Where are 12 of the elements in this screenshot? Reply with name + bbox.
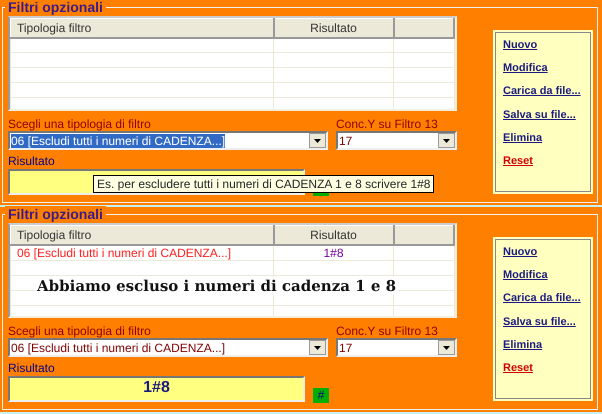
table-cell: 06 [Escludi tutti i numeri di CADENZA...] [17,246,232,260]
field-label: Conc.Y su Filtro 13 [336,117,439,132]
field-label: Risultato [8,361,56,376]
tooltip: Es. per escludere tutti i numeri di CADENZA 1 e 8 scrivere 1#8 [93,175,434,194]
field-label: Risultato [8,154,56,169]
field-label: Scegli una tipologia di filtro [8,117,152,132]
field-label: Scegli una tipologia di filtro [8,324,152,338]
table-cell: 1#8 [323,246,344,260]
field-label: Conc.Y su Filtro 13 [336,324,439,338]
panel-title: Filtri opzionali [5,0,106,16]
panel-title: Filtri opzionali [5,206,106,223]
annotation-text: Abbiamo escluso i numeri di cadenza 1 e 8 [35,277,398,295]
